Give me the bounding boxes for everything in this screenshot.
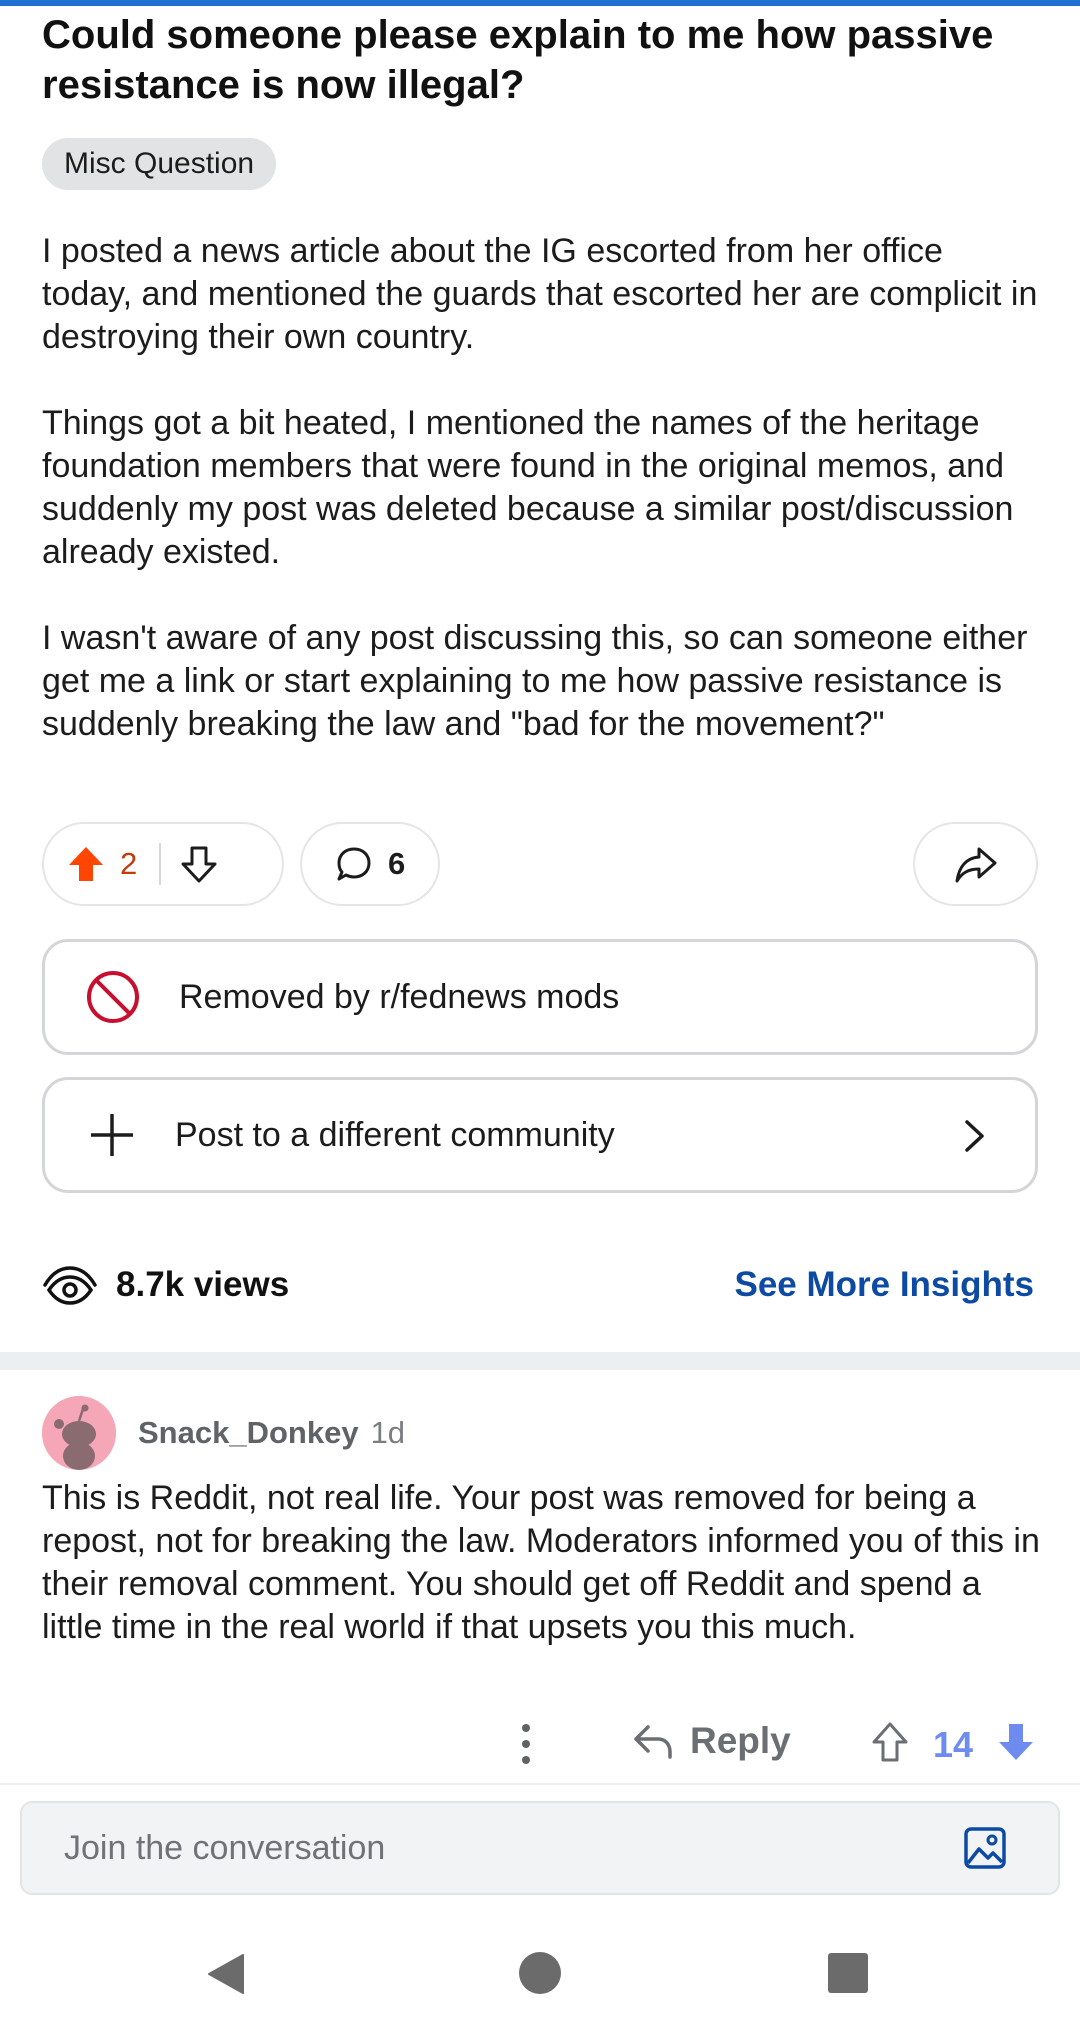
post-vote-bar: 2 <box>42 822 284 906</box>
post-flair[interactable]: Misc Question <box>42 138 277 190</box>
top-accent-bar <box>0 0 1080 6</box>
compose-placeholder: Join the conversation <box>64 1828 386 1867</box>
reply-icon <box>632 1721 674 1761</box>
post-score: 2 <box>120 846 138 881</box>
crosspost-label: Post to a different community <box>175 1115 615 1154</box>
post-paragraph: Things got a bit heated, I mentioned the… <box>42 404 1014 571</box>
comment-score: 14 <box>933 1724 974 1765</box>
more-vertical-icon[interactable] <box>516 1722 536 1771</box>
section-divider <box>0 1352 1080 1370</box>
removed-notice[interactable]: Removed by r/fednews mods <box>42 939 1038 1055</box>
comment-time: 1d <box>370 1415 406 1450</box>
post-paragraph: I posted a news article about the IG esc… <box>42 232 1038 356</box>
join-conversation-input[interactable]: Join the conversation <box>20 1801 1060 1895</box>
divider <box>0 1783 1080 1785</box>
upvote-icon[interactable] <box>66 844 106 884</box>
share-button[interactable] <box>913 822 1038 906</box>
comment: Snack_Donkey 1d This is Reddit, not real… <box>42 1396 1042 1649</box>
share-icon <box>953 843 999 885</box>
vote-divider <box>159 843 162 885</box>
avatar[interactable] <box>42 1396 116 1470</box>
system-nav-bar <box>0 1930 1080 2035</box>
post-to-community-button[interactable]: Post to a different community <box>42 1077 1038 1193</box>
reply-button[interactable]: Reply <box>632 1720 791 1762</box>
removed-label: Removed by r/fednews mods <box>179 977 620 1016</box>
post-title: Could someone please explain to me how p… <box>42 13 994 107</box>
downvote-icon[interactable] <box>179 844 219 884</box>
removed-icon <box>85 969 141 1025</box>
views-icon <box>42 1262 98 1308</box>
plus-icon <box>87 1110 137 1160</box>
nav-home-icon[interactable] <box>519 1952 561 1994</box>
see-more-insights-link[interactable]: See More Insights <box>734 1265 1034 1305</box>
comments-button[interactable]: 6 <box>300 822 440 906</box>
comment-username[interactable]: Snack_Donkey <box>138 1415 359 1451</box>
post-body: I posted a news article about the IG esc… <box>42 230 1042 746</box>
comment-icon <box>334 844 374 884</box>
views-row: 8.7k views See More Insights <box>42 1255 1038 1315</box>
image-icon[interactable] <box>962 1825 1008 1876</box>
comment-actions: Reply 14 <box>0 1712 1080 1776</box>
post: Could someone please explain to me how p… <box>42 10 1042 746</box>
comment-upvote-icon[interactable] <box>870 1720 910 1769</box>
nav-recents-icon[interactable] <box>828 1953 868 1993</box>
post-paragraph: I wasn't aware of any post discussing th… <box>42 619 1028 743</box>
comment-count: 6 <box>388 846 406 881</box>
chevron-right-icon <box>963 1118 987 1159</box>
reply-label: Reply <box>690 1720 791 1761</box>
views-count: 8.7k views <box>116 1265 290 1304</box>
comment-header: Snack_Donkey 1d <box>42 1396 1042 1470</box>
nav-back-icon[interactable] <box>205 1952 247 2001</box>
comment-downvote-icon[interactable] <box>996 1720 1036 1769</box>
comment-body: This is Reddit, not real life. Your post… <box>42 1479 1040 1646</box>
